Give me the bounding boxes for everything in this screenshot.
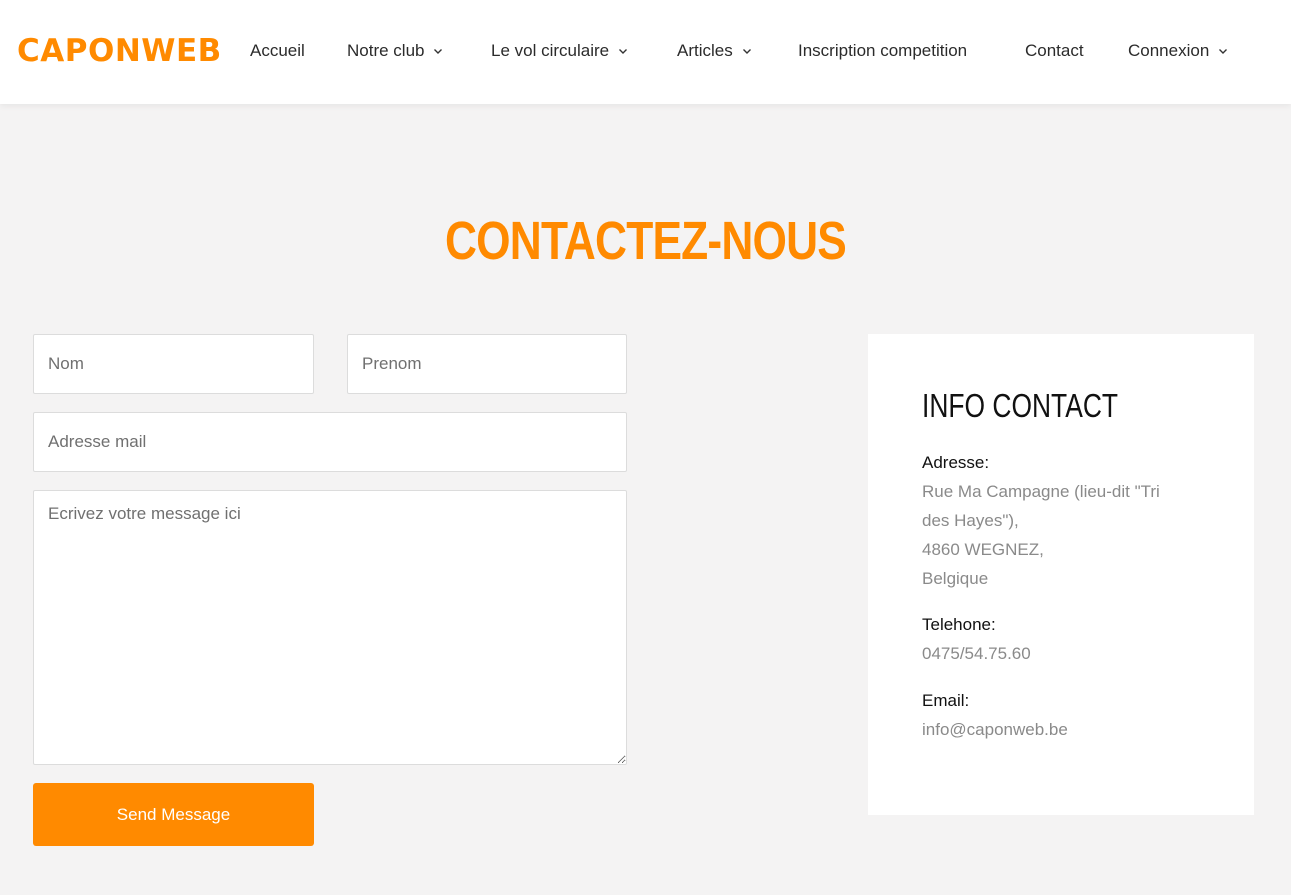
phone-label: Telehone: xyxy=(922,615,996,634)
nom-input[interactable] xyxy=(33,334,314,394)
address-label: Adresse: xyxy=(922,453,990,472)
nav-item-label: Accueil xyxy=(250,41,305,60)
page-title: CONTACTEZ-NOUS xyxy=(445,211,847,271)
email-value[interactable]: info@caponweb.be xyxy=(922,715,1202,744)
nav-item-label: Inscription competition xyxy=(798,41,968,60)
phone-value: 0475/54.75.60 xyxy=(922,644,1031,663)
chevron-down-icon xyxy=(432,45,444,57)
chevron-down-icon xyxy=(1217,45,1229,57)
send-message-button[interactable]: Send Message xyxy=(33,783,314,846)
chevron-down-icon xyxy=(741,45,753,57)
nav-item-notre-club[interactable]: Notre club xyxy=(347,40,444,62)
info-contact-title: INFO CONTACT xyxy=(922,387,1119,424)
address-line: des Hayes"), xyxy=(922,511,1019,530)
email-input[interactable] xyxy=(33,412,627,472)
prenom-input[interactable] xyxy=(347,334,627,394)
address-line: Belgique xyxy=(922,569,989,588)
site-header: CAPONWEB Accueil Notre club Le vol circu… xyxy=(0,0,1291,104)
message-textarea[interactable] xyxy=(33,490,627,765)
info-contact-card: INFO CONTACT Adresse: Rue Ma Campagne (l… xyxy=(868,334,1254,815)
address-value: Rue Ma Campagne (lieu-dit "Tri des Hayes… xyxy=(922,477,1202,593)
nav-item-label: Notre club xyxy=(347,41,425,60)
chevron-down-icon xyxy=(617,45,629,57)
site-logo[interactable]: CAPONWEB xyxy=(17,31,222,71)
nav-item-contact[interactable]: Contact xyxy=(1025,40,1084,62)
email-label: Email: xyxy=(922,691,970,710)
nav-item-articles[interactable]: Articles xyxy=(677,40,753,62)
nav-item-label: Connexion xyxy=(1128,41,1210,60)
nav-item-label: Articles xyxy=(677,41,733,60)
address-line: Rue Ma Campagne (lieu-dit "Tri xyxy=(922,482,1160,501)
nav-item-inscription[interactable]: Inscription competition xyxy=(798,40,967,62)
nav-item-label: Le vol circulaire xyxy=(491,41,610,60)
nav-item-label: Contact xyxy=(1025,41,1084,60)
address-line: 4860 WEGNEZ, xyxy=(922,540,1044,559)
nav-item-connexion[interactable]: Connexion xyxy=(1128,40,1229,62)
nav-item-accueil[interactable]: Accueil xyxy=(250,40,305,62)
nav-item-vol-circulaire[interactable]: Le vol circulaire xyxy=(491,40,629,62)
